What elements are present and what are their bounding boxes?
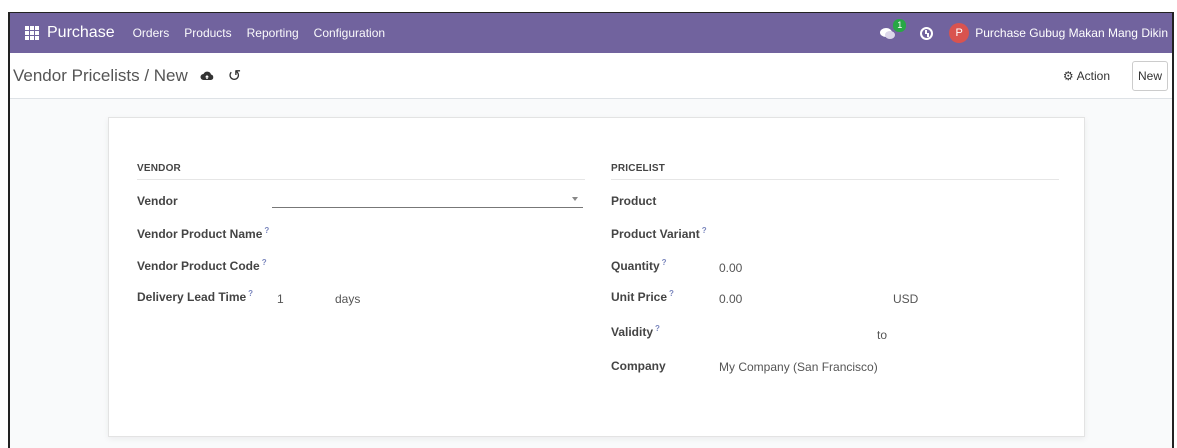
- form-sheet: VENDOR Vendor Vendor Product Name? Vendo…: [108, 117, 1085, 437]
- pricelist-group-title: PRICELIST: [611, 163, 1059, 180]
- product-label: Product: [611, 194, 657, 208]
- menu-products[interactable]: Products: [184, 26, 231, 40]
- delivery-lead-time-field[interactable]: 1: [277, 292, 284, 306]
- validity-end-field[interactable]: [901, 324, 1051, 340]
- product-variant-field[interactable]: [713, 226, 1053, 242]
- vendor-group-title: VENDOR: [137, 163, 585, 180]
- product-row: Product: [611, 180, 1059, 215]
- vendor-product-name-label: Vendor Product Name?: [137, 226, 270, 241]
- action-dropdown[interactable]: ⚙ Action: [1063, 69, 1110, 83]
- menu-orders[interactable]: Orders: [133, 26, 170, 40]
- help-icon[interactable]: ?: [669, 289, 674, 298]
- app-name[interactable]: Purchase: [47, 24, 115, 42]
- chevron-down-icon[interactable]: [572, 197, 578, 201]
- vendor-group: VENDOR Vendor Vendor Product Name? Vendo…: [137, 163, 585, 320]
- apps-grid-icon[interactable]: [25, 26, 39, 40]
- help-icon[interactable]: ?: [264, 226, 269, 235]
- unit-price-label: Unit Price?: [611, 289, 674, 304]
- quantity-field[interactable]: 0.00: [719, 261, 742, 275]
- vendor-row: Vendor: [137, 180, 585, 215]
- validity-start-field[interactable]: [719, 324, 869, 340]
- new-button[interactable]: New: [1132, 60, 1168, 91]
- company-label: Company: [611, 359, 666, 373]
- delivery-lead-time-label: Delivery Lead Time?: [137, 289, 254, 304]
- top-navbar: Purchase Orders Products Reporting Confi…: [10, 13, 1172, 53]
- menu-reporting[interactable]: Reporting: [247, 26, 299, 40]
- quantity-label: Quantity?: [611, 258, 667, 273]
- help-icon[interactable]: ?: [662, 258, 667, 267]
- help-icon[interactable]: ?: [655, 324, 660, 333]
- company-field[interactable]: My Company (San Francisco): [719, 360, 878, 374]
- vendor-product-code-row: Vendor Product Code?: [137, 250, 585, 285]
- help-icon[interactable]: ?: [262, 258, 267, 267]
- undo-icon[interactable]: ↺: [228, 66, 241, 86]
- pricelist-group: PRICELIST Product Product Variant? Quant…: [611, 163, 1059, 390]
- unit-price-field[interactable]: 0.00: [719, 292, 742, 306]
- company-row: Company My Company (San Francisco): [611, 355, 1059, 390]
- gear-icon: ⚙: [1062, 68, 1074, 83]
- action-label: Action: [1076, 68, 1110, 83]
- avatar[interactable]: P: [949, 23, 970, 43]
- validity-row: Validity? to: [611, 320, 1059, 355]
- control-panel: Vendor Pricelists / New ↺ ⚙ Action New: [10, 53, 1172, 99]
- cloud-upload-icon[interactable]: [200, 69, 214, 83]
- product-variant-row: Product Variant?: [611, 215, 1059, 250]
- vendor-product-name-row: Vendor Product Name?: [137, 215, 585, 250]
- app-window: Purchase Orders Products Reporting Confi…: [8, 12, 1174, 448]
- clock-icon[interactable]: [920, 26, 934, 40]
- delivery-lead-time-row: Delivery Lead Time? 1 days: [137, 285, 585, 320]
- product-variant-label: Product Variant?: [611, 226, 707, 241]
- help-icon[interactable]: ?: [702, 226, 707, 235]
- validity-separator: to: [877, 328, 888, 342]
- action-area: ⚙ Action New: [1063, 60, 1172, 91]
- delivery-lead-time-unit: days: [335, 292, 361, 306]
- help-icon[interactable]: ?: [248, 289, 253, 298]
- menu-configuration[interactable]: Configuration: [314, 26, 385, 40]
- vendor-product-code-label: Vendor Product Code?: [137, 258, 267, 273]
- user-name[interactable]: Purchase Gubug Makan Mang Dikin: [975, 26, 1168, 40]
- breadcrumb: Vendor Pricelists / New: [13, 65, 188, 85]
- chat-badge: 1: [893, 19, 907, 32]
- navbar-systray: 1 P Purchase Gubug Makan Mang Dikin: [880, 19, 1172, 43]
- currency-label: USD: [893, 292, 919, 306]
- validity-label: Validity?: [611, 324, 660, 339]
- quantity-row: Quantity? 0.00: [611, 250, 1059, 285]
- unit-price-row: Unit Price? 0.00 USD: [611, 285, 1059, 320]
- vendor-label: Vendor: [137, 194, 178, 208]
- vendor-field[interactable]: [272, 193, 583, 208]
- chat-icon[interactable]: 1: [880, 19, 907, 40]
- product-field[interactable]: [713, 194, 1053, 210]
